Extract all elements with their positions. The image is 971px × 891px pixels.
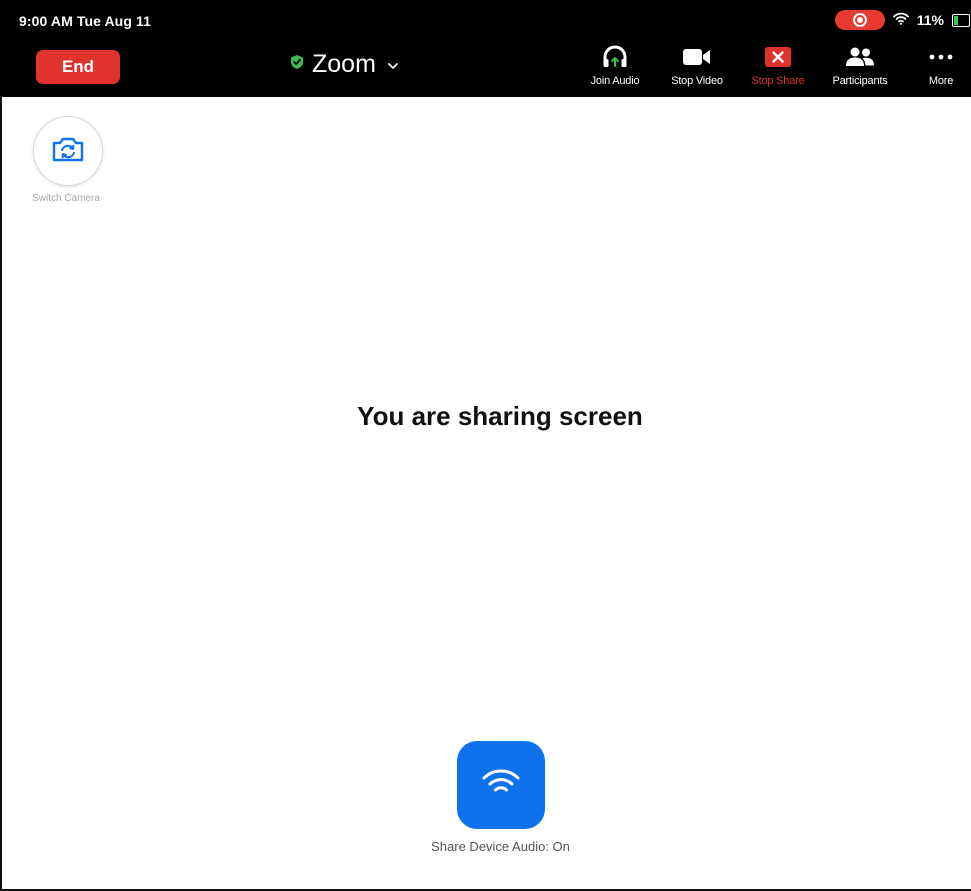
participants-icon xyxy=(845,44,875,70)
status-icons: 11% xyxy=(834,9,971,31)
battery-percent: 11% xyxy=(916,12,944,28)
wifi-icon xyxy=(892,12,909,28)
meeting-name: Zoom xyxy=(312,49,376,78)
participants-button[interactable]: Participants xyxy=(819,44,901,90)
join-audio-button[interactable]: Join Audio xyxy=(574,44,656,90)
share-device-audio-button[interactable] xyxy=(457,741,545,829)
stop-share-button[interactable]: Stop Share xyxy=(737,44,819,90)
stop-share-icon xyxy=(764,44,792,70)
video-camera-icon xyxy=(682,44,712,70)
more-label: More xyxy=(928,75,954,87)
audio-wave-icon xyxy=(481,768,521,802)
stop-share-label: Stop Share xyxy=(751,75,805,87)
camera-switch-icon xyxy=(51,135,85,168)
battery-icon xyxy=(952,13,970,27)
meeting-toolbar: 9:00 AM Tue Aug 11 11% End Zoom Join Aud… xyxy=(0,0,971,97)
sharing-status-message: You are sharing screen xyxy=(357,401,643,431)
more-button[interactable]: More xyxy=(901,44,971,90)
more-dots-icon xyxy=(929,44,953,70)
share-device-audio-label: Share Device Audio: On xyxy=(431,839,570,854)
switch-camera-label: Switch Camera xyxy=(32,193,100,204)
participants-label: Participants xyxy=(832,75,888,87)
switch-camera-button[interactable] xyxy=(33,116,103,186)
join-audio-label: Join Audio xyxy=(590,75,640,87)
meeting-title-dropdown[interactable]: Zoom xyxy=(290,47,398,81)
screen-recording-icon xyxy=(852,13,867,27)
screen-recording-indicator xyxy=(834,10,885,30)
headphones-icon xyxy=(602,44,628,70)
end-meeting-button[interactable]: End xyxy=(36,50,120,84)
stop-video-button[interactable]: Stop Video xyxy=(656,44,738,90)
stop-video-label: Stop Video xyxy=(671,75,723,87)
shield-check-icon xyxy=(290,54,304,75)
status-time: 9:00 AM Tue Aug 11 xyxy=(19,13,151,29)
chevron-down-icon xyxy=(388,58,398,73)
